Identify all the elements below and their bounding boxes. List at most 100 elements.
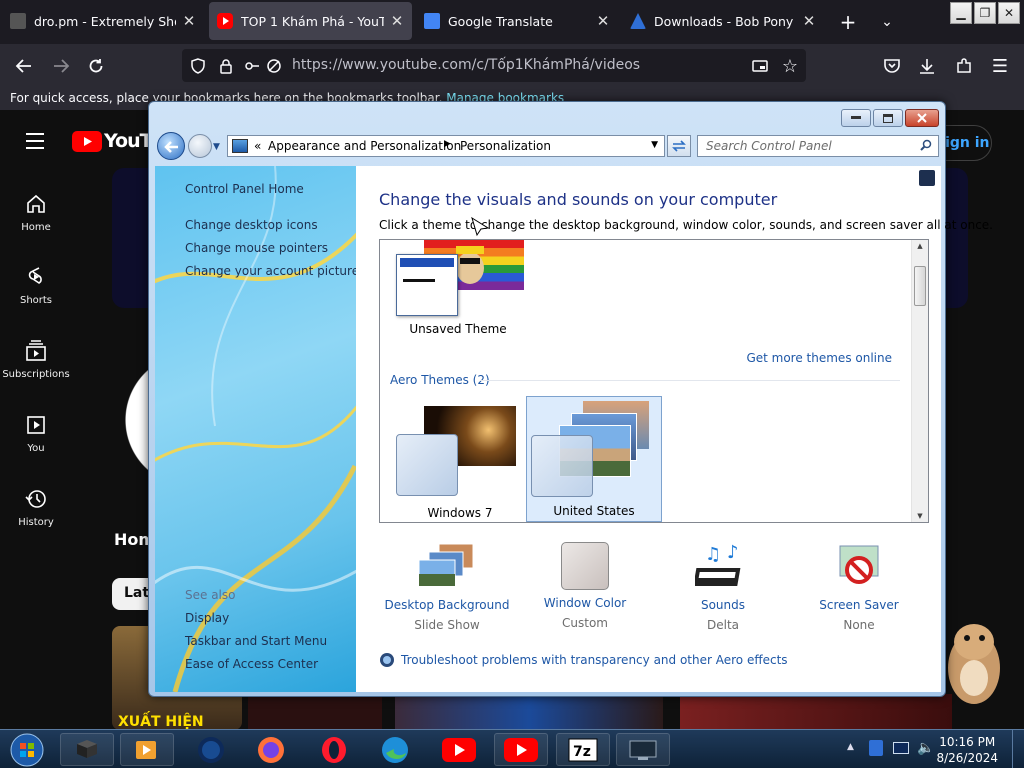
minimize-icon[interactable]: ▁ [950,2,972,24]
troubleshoot-row[interactable]: Troubleshoot problems with transparency … [379,652,788,668]
restore-icon[interactable]: ❐ [974,2,996,24]
cp-maximize-icon[interactable] [873,109,903,127]
breadcrumb-personalization[interactable]: Personalization [460,139,551,153]
cp-search-input[interactable]: Search Control Panel [697,135,939,157]
theme-windows-7[interactable]: Windows 7 [392,398,528,522]
cp-close-icon[interactable] [905,109,939,127]
start-orb-icon[interactable] [4,733,50,766]
option-label[interactable]: Screen Saver [794,598,924,612]
tab-google-translate[interactable]: Google Translate ✕ [416,2,618,40]
option-desktop-background[interactable]: Desktop Background Slide Show [382,542,512,632]
windows-media-player-icon[interactable] [120,733,174,766]
option-label[interactable]: Sounds [658,598,788,612]
tab-youtube[interactable]: TOP 1 Khám Phá - YouTube ✕ [209,2,412,40]
option-label[interactable]: Window Color [520,596,650,610]
list-all-tabs-icon[interactable]: ⌄ [873,8,901,36]
sidebar-link-control-panel-home[interactable]: Control Panel Home [185,182,304,196]
sidebar-link-desktop-icons[interactable]: Change desktop icons [185,218,318,232]
rail-item-subscriptions[interactable]: Subscriptions [0,339,72,380]
option-window-color[interactable]: Window Color Custom [520,542,650,630]
rail-item-home[interactable]: Home [0,192,72,233]
media-center-icon[interactable] [60,733,114,766]
cp-back-icon[interactable] [157,132,185,160]
autoplay-blocked-icon[interactable] [262,54,286,78]
7zip-icon[interactable]: 7z [556,733,610,766]
back-icon[interactable] [12,54,36,78]
address-bar[interactable]: https://www.youtube.com/c/Tốp1KhámPhá/vi… [182,49,806,82]
breadcrumb-separator-icon[interactable]: ▶ [444,139,451,149]
close-tab-icon[interactable]: ✕ [182,12,196,30]
tab-downloads-bob-pony[interactable]: Downloads - Bob Pony ✕ [622,2,824,40]
theme-united-states[interactable]: United States [526,396,662,522]
firefox-icon[interactable] [244,733,298,766]
video-thumbnail[interactable] [680,694,952,730]
breadcrumb-appearance[interactable]: Appearance and Personalization [268,139,461,153]
url-text[interactable]: https://www.youtube.com/c/Tốp1KhámPhá/vi… [292,57,640,73]
cp-minimize-icon[interactable] [841,109,871,127]
breadcrumb-overflow-icon[interactable]: « [254,139,261,153]
picture-in-picture-icon[interactable] [748,54,772,78]
show-hidden-icons-icon[interactable]: ▲ [847,742,854,752]
history-icon [25,490,46,508]
theme-list-scrollbar[interactable]: ▲ ▼ [911,240,928,522]
rail-item-you[interactable]: You [0,413,72,454]
rail-item-shorts[interactable]: Shorts [0,265,72,306]
forward-icon[interactable] [49,54,73,78]
menu-icon[interactable]: ☰ [988,54,1012,78]
video-thumbnail[interactable] [395,694,663,730]
remote-desktop-icon[interactable] [616,733,670,766]
new-tab-icon[interactable]: + [834,8,862,36]
theme-list[interactable]: Unsaved Theme Get more themes online Aer… [379,239,929,523]
sidebar-link-account-picture[interactable]: Change your account picture [185,264,356,278]
tab-dro-pm[interactable]: dro.pm - Extremely Short Li ✕ [2,2,204,40]
reload-icon[interactable] [84,54,108,78]
close-window-icon[interactable]: ✕ [998,2,1020,24]
see-also-taskbar[interactable]: Taskbar and Start Menu [185,634,327,648]
pocket-icon[interactable] [880,54,904,78]
opera-icon[interactable] [307,733,361,766]
close-tab-icon[interactable]: ✕ [596,12,610,30]
edge-icon[interactable] [368,733,422,766]
tracking-protection-icon[interactable] [186,54,210,78]
downloads-icon[interactable] [915,54,939,78]
network-icon[interactable] [893,742,909,754]
rail-item-history[interactable]: History [0,487,72,528]
lock-icon[interactable] [214,54,238,78]
option-label[interactable]: Desktop Background [382,598,512,612]
video-thumbnail[interactable] [248,694,382,730]
hamburger-menu-icon[interactable] [24,132,46,150]
theme-name: United States [553,504,635,518]
volume-icon[interactable]: 🔈 [917,740,934,756]
bookmark-star-icon[interactable]: ☆ [778,54,802,78]
taskbar: 7z ▲ 🔈 10:16 PM 8/26/2024 [0,729,1024,768]
help-icon[interactable] [919,170,935,186]
tray-app-icon[interactable] [869,740,883,756]
option-sounds[interactable]: ♫ ♪ Sounds Delta [658,542,788,632]
troubleshoot-link[interactable]: Troubleshoot problems with transparency … [401,653,788,667]
cp-forward-icon[interactable] [188,134,212,158]
clock[interactable]: 10:16 PM 8/26/2024 [936,734,998,766]
close-tab-icon[interactable]: ✕ [802,12,816,30]
extensions-icon[interactable] [952,54,976,78]
tab-title: TOP 1 Khám Phá - YouTube [241,13,384,29]
permissions-icon[interactable] [240,54,264,78]
scroll-down-icon[interactable]: ▼ [912,512,928,520]
search-icon[interactable] [920,139,932,151]
scrollbar-thumb[interactable] [914,266,926,306]
youtube-taskbar-icon[interactable] [432,733,486,766]
theme-unsaved[interactable]: Unsaved Theme [388,240,528,340]
option-screen-saver[interactable]: Screen Saver None [794,542,924,632]
sidebar-link-mouse-pointers[interactable]: Change mouse pointers [185,241,328,255]
see-also-ease-of-access[interactable]: Ease of Access Center [185,657,318,671]
refresh-icon[interactable] [667,135,691,157]
scroll-up-icon[interactable]: ▲ [912,242,928,250]
youtube-taskbar-icon[interactable] [494,733,548,766]
close-tab-icon[interactable]: ✕ [390,12,404,30]
recent-pages-icon[interactable]: ▼ [213,142,220,152]
globe-app-icon[interactable] [184,733,238,766]
show-desktop-button[interactable] [1012,730,1024,768]
address-dropdown-icon[interactable]: ▼ [651,140,658,150]
cp-address-bar[interactable]: « Appearance and Personalization ▶ Perso… [227,135,665,157]
see-also-display[interactable]: Display [185,611,229,625]
get-more-themes-link[interactable]: Get more themes online [746,351,892,365]
